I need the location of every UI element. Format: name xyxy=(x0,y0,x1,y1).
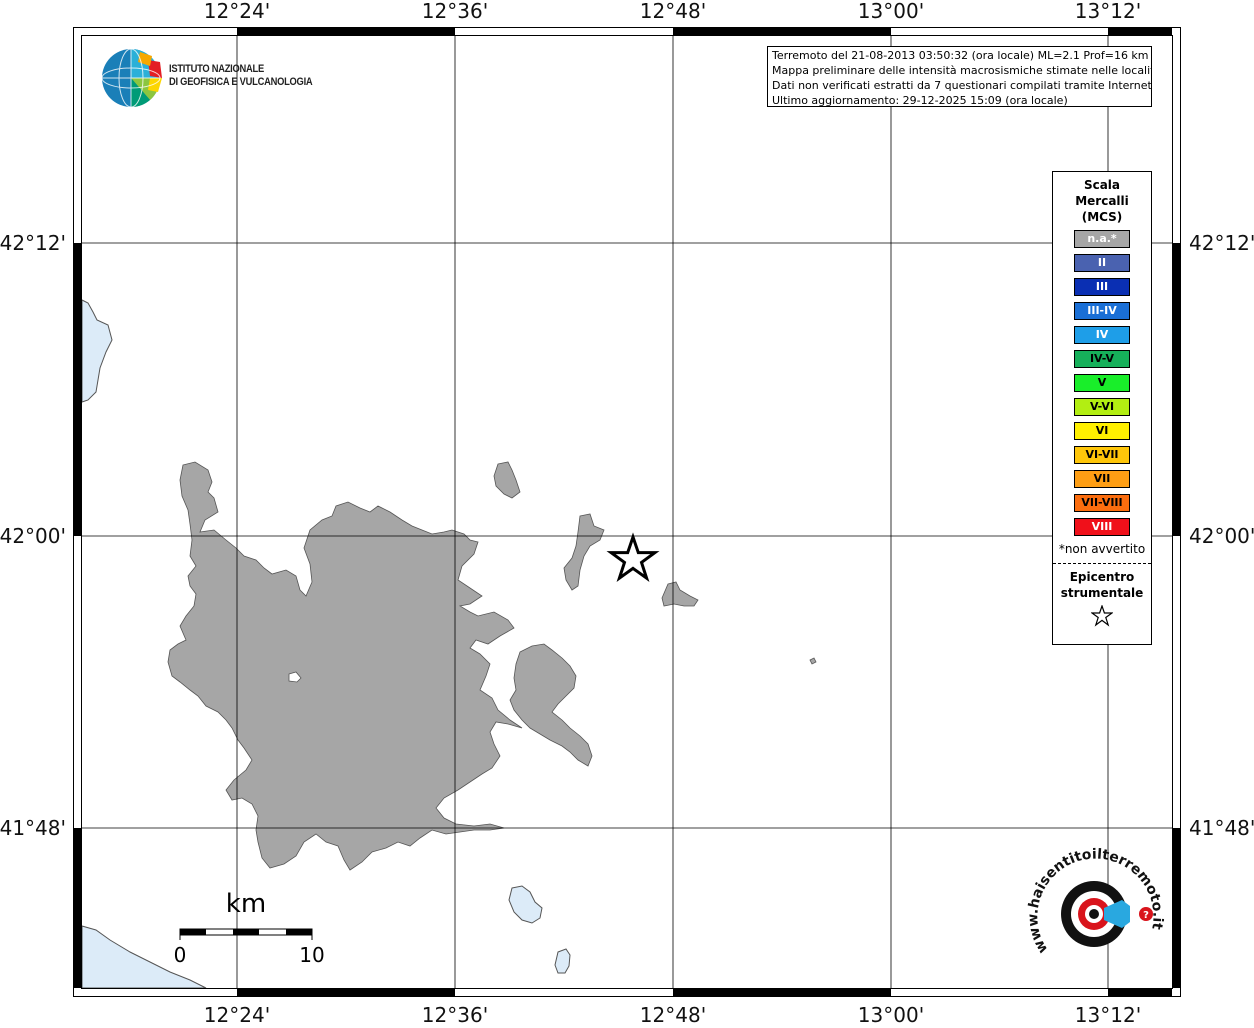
info-line-3: Dati non verificati estratti da 7 questi… xyxy=(772,79,1152,92)
legend-item-vi: VI xyxy=(1074,422,1130,440)
map-figure: 12°24' 12°36' 12°48' 13°00' 13°12' 12°24… xyxy=(0,0,1254,1027)
legend-item-v: V xyxy=(1074,374,1130,392)
legend-item-ii: II xyxy=(1074,254,1130,272)
lat-label-right: 41°48' xyxy=(1189,816,1254,840)
info-line-1: Terremoto del 21-08-2013 03:50:32 (ora l… xyxy=(772,49,1149,62)
bottom-tick-labels: 12°24' 12°36' 12°48' 13°00' 13°12' xyxy=(204,1003,1141,1027)
lon-label-top: 12°24' xyxy=(204,0,270,23)
lat-label-right: 42°12' xyxy=(1189,231,1254,255)
legend-title-line-2: Mercalli xyxy=(1075,194,1129,208)
legend-item-v-vi: V-VI xyxy=(1074,398,1130,416)
legend-title: Scala Mercalli (MCS) xyxy=(1053,177,1151,225)
info-line-2: Mappa preliminare delle intensità macros… xyxy=(772,64,1152,77)
legend-item-iv-v: IV-V xyxy=(1074,350,1130,368)
legend-item-iv: IV xyxy=(1074,326,1130,344)
ingv-logo-text: ISTITUTO NAZIONALE DI GEOFISICA E VULCAN… xyxy=(169,63,313,89)
legend-note: *non avvertito xyxy=(1058,542,1146,556)
mcs-legend: Scala Mercalli (MCS) n.a.* II III III-IV IV I… xyxy=(1052,171,1152,645)
lon-label-bottom: 12°36' xyxy=(422,1003,488,1024)
legend-title-line-3: (MCS) xyxy=(1081,210,1123,224)
lon-label-bottom: 12°48' xyxy=(640,1003,706,1024)
left-tick-labels: 42°12' 42°00' 41°48' xyxy=(0,231,66,840)
scale-end: 10 xyxy=(299,943,324,967)
legend-epicenter-line-1: Epicentro xyxy=(1069,570,1135,584)
lon-label-bottom: 13°00' xyxy=(858,1003,924,1024)
ingv-line-2: DI GEOFISICA E VULCANOLOGIA xyxy=(169,76,313,88)
legend-item-n-a: n.a.* xyxy=(1074,230,1130,248)
lon-label-bottom: 13°12' xyxy=(1075,1003,1141,1024)
legend-items: n.a.* II III III-IV IV IV-V V V-VI VI VI-VII VII VI… xyxy=(1053,230,1151,536)
lon-label-top: 12°48' xyxy=(640,0,706,23)
legend-title-line-1: Scala xyxy=(1083,178,1121,192)
lat-label-right: 42°00' xyxy=(1189,524,1254,548)
legend-item-vii-viii: VII-VIII xyxy=(1074,494,1130,512)
info-line-4: Ultimo aggiornamento: 29-12-2025 15:09 (… xyxy=(772,94,1068,107)
lat-label-left: 42°12' xyxy=(0,231,66,255)
lon-label-top: 13°00' xyxy=(858,0,924,23)
legend-star-icon xyxy=(1053,604,1151,631)
lat-label-left: 42°00' xyxy=(0,524,66,548)
lon-label-bottom: 12°24' xyxy=(204,1003,270,1024)
legend-epicenter-label: Epicentro strumentale xyxy=(1053,569,1151,601)
lat-label-left: 41°48' xyxy=(0,816,66,840)
legend-item-iii: III xyxy=(1074,278,1130,296)
right-tick-labels: 42°12' 42°00' 41°48' xyxy=(1189,231,1254,840)
lon-label-top: 13°12' xyxy=(1075,0,1141,23)
legend-item-vi-vii: VI-VII xyxy=(1074,446,1130,464)
legend-item-viii: VIII xyxy=(1074,518,1130,536)
event-info-box: Terremoto del 21-08-2013 03:50:32 (ora l… xyxy=(767,46,1152,107)
map-area xyxy=(82,36,1172,988)
top-tick-labels: 12°24' 12°36' 12°48' 13°00' 13°12' xyxy=(204,0,1141,23)
legend-item-vii: VII xyxy=(1074,470,1130,488)
scale-unit: km xyxy=(226,889,266,919)
lon-label-top: 12°36' xyxy=(422,0,488,23)
ingv-line-1: ISTITUTO NAZIONALE xyxy=(169,63,264,75)
scale-start: 0 xyxy=(174,943,187,967)
legend-item-iii-iv: III-IV xyxy=(1074,302,1130,320)
svg-text:?: ? xyxy=(1143,910,1149,921)
legend-separator xyxy=(1053,563,1151,564)
legend-epicenter-line-2: strumentale xyxy=(1060,586,1144,600)
